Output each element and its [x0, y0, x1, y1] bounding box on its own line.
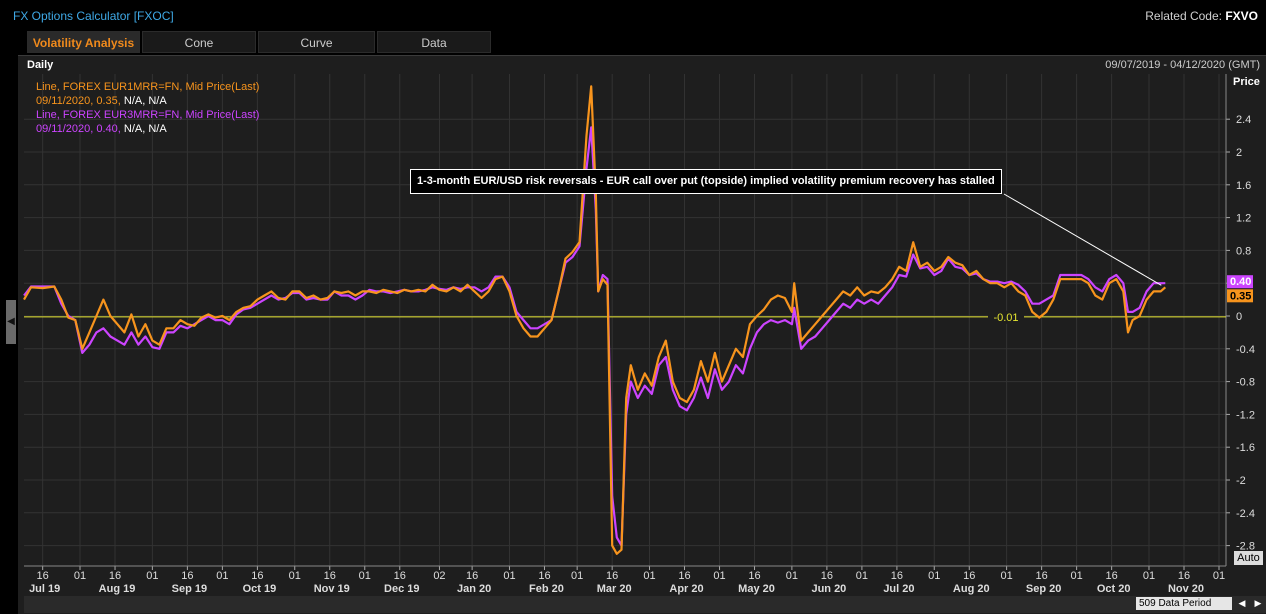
- x-month-label: Sep 20: [1026, 583, 1061, 595]
- x-month-label: Mar 20: [597, 583, 632, 595]
- x-month-label: May 20: [738, 583, 775, 595]
- x-month-label: Feb 20: [529, 583, 564, 595]
- x-tick-label: 16: [821, 570, 833, 582]
- x-tick-label: 16: [324, 570, 336, 582]
- x-month-label: Aug 19: [99, 583, 136, 595]
- x-month-label: Oct 19: [243, 583, 277, 595]
- x-month-label: Nov 20: [1168, 583, 1204, 595]
- x-tick-label: 01: [713, 570, 725, 582]
- x-month-label: Sep 19: [172, 583, 207, 595]
- x-tick-label: 16: [181, 570, 193, 582]
- x-month-label: Jun 20: [811, 583, 846, 595]
- x-tick-label: 01: [503, 570, 515, 582]
- y-tick-label: -1.2: [1236, 409, 1255, 421]
- legend-1m-extra: N/A, N/A: [123, 95, 167, 107]
- annotation-connector: [1003, 193, 1162, 286]
- x-axis: 16Jul 1901 16Aug 1901 16Sep 1901 16Oct 1901…: [24, 565, 1226, 595]
- scroll-bar[interactable]: [24, 596, 1266, 613]
- x-tick-label: 16: [606, 570, 618, 582]
- legend-entry-3m-line: Line, FOREX EUR3MRR=FN, Mid Price(Last): [36, 109, 260, 121]
- x-tick-label: 16: [37, 570, 49, 582]
- y-tick-label: -0.8: [1236, 377, 1255, 389]
- scroll-right-icon[interactable]: ▶: [1252, 597, 1264, 610]
- y-tick-label: 0: [1236, 311, 1242, 323]
- x-tick-label: 16: [1106, 570, 1118, 582]
- x-tick-label: 16: [678, 570, 690, 582]
- legend-entry-1m-line: Line, FOREX EUR1MRR=FN, Mid Price(Last): [36, 81, 260, 93]
- x-month-label: Nov 19: [314, 583, 350, 595]
- x-tick-label: 16: [748, 570, 760, 582]
- x-tick-label: 01: [856, 570, 868, 582]
- y-tick-label: -0.4: [1236, 344, 1255, 356]
- x-tick-label: 16: [251, 570, 263, 582]
- x-tick-label: 01: [359, 570, 371, 582]
- x-tick-label: 01: [643, 570, 655, 582]
- x-tick-label: 16: [1178, 570, 1190, 582]
- x-tick-label: 16: [109, 570, 121, 582]
- y-tick-label: 1.6: [1236, 180, 1251, 192]
- y-axis: 2.421.61.20.80.40-0.4-0.8-1.2-1.6-2-2.4-…: [1225, 74, 1255, 566]
- x-month-label: Aug 20: [953, 583, 990, 595]
- x-tick-label: 16: [963, 570, 975, 582]
- legend-1m-date-value: 09/11/2020, 0.35,: [36, 95, 121, 107]
- x-tick-label: 16: [891, 570, 903, 582]
- chart-grid: [24, 74, 1226, 566]
- x-tick-label: 01: [1213, 570, 1225, 582]
- auto-scale-button[interactable]: Auto: [1234, 551, 1263, 565]
- y-tick-label: 2.4: [1236, 114, 1251, 126]
- x-month-label: Dec 19: [384, 583, 419, 595]
- x-tick-label: 16: [1035, 570, 1047, 582]
- scroll-left-icon[interactable]: ◀: [1236, 597, 1248, 610]
- y-tick-label: -1.6: [1236, 442, 1255, 454]
- y-tick-label: 0.8: [1236, 245, 1251, 257]
- legend-entry-1m-value: 09/11/2020, 0.35, N/A, N/A: [36, 94, 259, 108]
- x-tick-label: 01: [1000, 570, 1012, 582]
- x-tick-label: 01: [289, 570, 301, 582]
- x-month-label: Jul 19: [29, 583, 60, 595]
- x-tick-label: 02: [433, 570, 445, 582]
- x-tick-label: 01: [74, 570, 86, 582]
- x-tick-label: 16: [466, 570, 478, 582]
- x-tick-label: 01: [216, 570, 228, 582]
- x-month-label: Jul 20: [883, 583, 914, 595]
- y-tick-label: 1.2: [1236, 213, 1251, 225]
- x-month-label: Oct 20: [1097, 583, 1131, 595]
- price-tag-label: 0.35: [1230, 290, 1251, 302]
- x-tick-label: 16: [394, 570, 406, 582]
- x-tick-label: 01: [1071, 570, 1083, 582]
- y-tick-label: -2: [1236, 475, 1246, 487]
- reference-line-label: -0.01: [993, 312, 1018, 324]
- chart-annotation: 1-3-month EUR/USD risk reversals - EUR c…: [410, 169, 1002, 194]
- x-tick-label: 01: [1143, 570, 1155, 582]
- legend: Line, FOREX EUR1MRR=FN, Mid Price(Last) …: [36, 80, 259, 136]
- legend-3m-date-value: 09/11/2020, 0.40,: [36, 123, 121, 135]
- x-tick-label: 01: [146, 570, 158, 582]
- x-month-label: Jan 20: [457, 583, 491, 595]
- x-tick-label: 01: [786, 570, 798, 582]
- x-tick-label: 01: [571, 570, 583, 582]
- x-tick-label: 01: [928, 570, 940, 582]
- x-tick-label: 16: [538, 570, 550, 582]
- price-tag-label: 0.40: [1230, 276, 1251, 288]
- legend-3m-extra: N/A, N/A: [123, 123, 167, 135]
- y-tick-label: -2.4: [1236, 508, 1255, 520]
- data-period-select[interactable]: 509 Data Period: [1136, 597, 1232, 610]
- x-month-label: Apr 20: [669, 583, 703, 595]
- y-tick-label: 2: [1236, 147, 1242, 159]
- legend-entry-3m-value: 09/11/2020, 0.40, N/A, N/A: [36, 122, 259, 136]
